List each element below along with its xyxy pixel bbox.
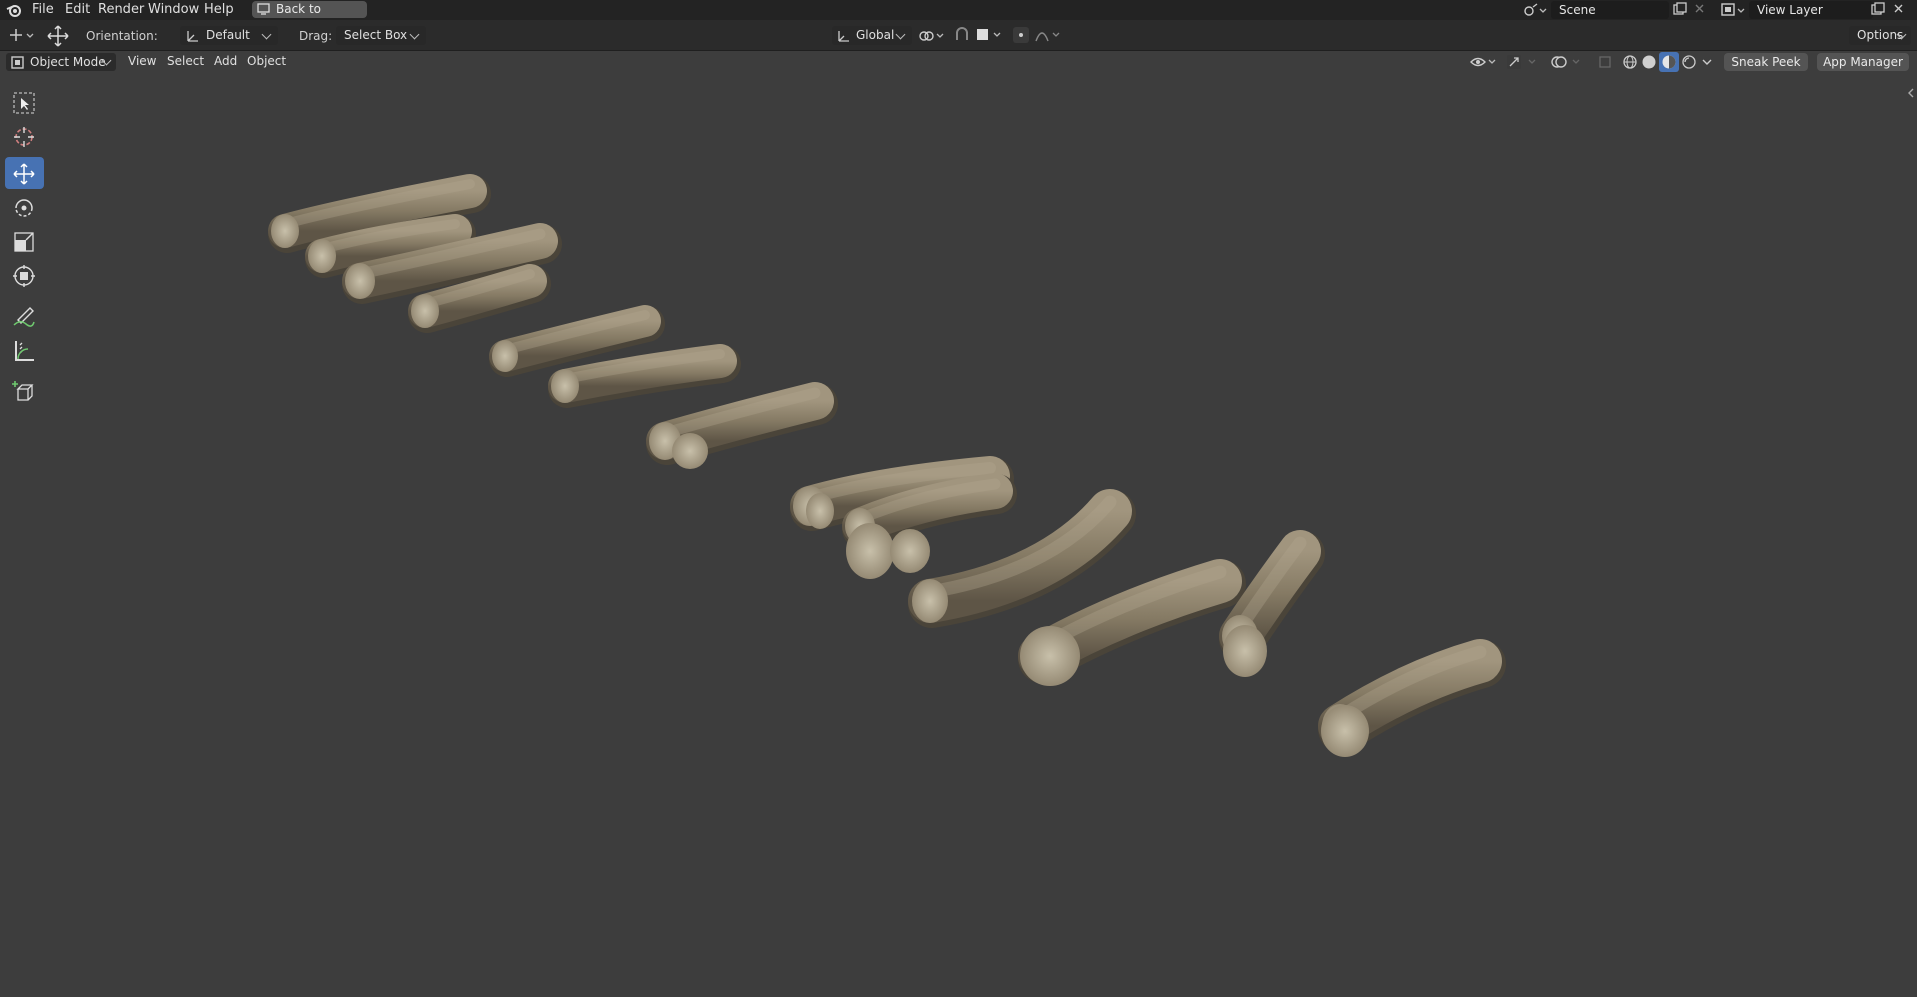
pivot-point-icon[interactable]: [918, 28, 948, 48]
move-icon: [13, 163, 35, 185]
sneak-peek-button[interactable]: Sneak Peek: [1724, 53, 1808, 71]
transform-orientation-dropdown[interactable]: Global: [832, 26, 912, 45]
viewport-menu-view[interactable]: View: [128, 54, 156, 68]
viewport-menu-select[interactable]: Select: [167, 54, 204, 68]
mode-value: Object Mode: [30, 55, 106, 69]
chevron-down-icon: [895, 29, 906, 40]
top-bar: File Edit Render Window Help Back to Pre…: [0, 0, 1917, 33]
drag-value: Select Box: [344, 28, 408, 42]
select-box-icon: [13, 92, 35, 114]
log-meshes: [268, 174, 1506, 757]
log-cut-face: [411, 294, 439, 328]
duplicate-scene-icon[interactable]: [1673, 2, 1687, 20]
tool-transform[interactable]: [5, 259, 44, 291]
log-cut-face: [271, 214, 299, 248]
tool-cursor[interactable]: [5, 120, 44, 152]
viewport-header: Object Mode View Select Add Object Sneak…: [0, 51, 1917, 72]
close-view-layer-icon[interactable]: [1893, 3, 1904, 18]
viewport-menu-add[interactable]: Add: [214, 54, 237, 68]
log-cut-face: [912, 579, 948, 623]
log-cut-face: [846, 523, 894, 579]
cursor-icon: [14, 127, 34, 147]
global-axes-icon: [837, 29, 851, 49]
view-layer-field[interactable]: View Layer: [1749, 1, 1873, 19]
back-to-previous-button[interactable]: Back to Previous: [252, 1, 367, 33]
menu-file[interactable]: File: [32, 2, 54, 17]
transform-orientation-value: Global: [856, 28, 895, 42]
transform-icon: [13, 265, 35, 287]
log-cut-face: [1020, 626, 1080, 686]
options-dropdown[interactable]: Options: [1849, 26, 1911, 45]
chevron-down-icon: [261, 29, 272, 40]
app-manager-button[interactable]: App Manager: [1817, 53, 1909, 71]
menu-render[interactable]: Render: [98, 2, 144, 17]
log-cut-face: [345, 263, 375, 299]
rotate-icon: [15, 199, 33, 217]
duplicate-view-layer-icon[interactable]: [1871, 2, 1885, 20]
log-cut-face: [308, 239, 336, 273]
drag-label: Drag:: [299, 29, 333, 43]
falloff-icon[interactable]: [1034, 27, 1064, 47]
scene-render: [268, 88, 1914, 757]
tool-rotate[interactable]: [5, 191, 44, 223]
log-cut-face: [1321, 705, 1369, 757]
menu-window[interactable]: Window: [148, 2, 199, 17]
viewport-menu-object[interactable]: Object: [247, 54, 286, 68]
drag-dropdown[interactable]: Select Box: [336, 26, 426, 45]
log-cut-face: [890, 529, 930, 573]
log-cut-face: [551, 369, 579, 403]
tool-type-icon[interactable]: [8, 27, 36, 47]
chevron-down-icon: [409, 29, 420, 40]
3d-viewport[interactable]: [0, 71, 1917, 993]
log-cut-face: [1223, 625, 1267, 677]
tool-settings-header: Orientation: Default Drag: Select Box Gl…: [0, 20, 1917, 51]
shading-options-chevron-icon[interactable]: [1701, 56, 1713, 72]
menu-edit[interactable]: Edit: [65, 2, 90, 17]
add-cube-icon: [12, 381, 34, 401]
annotate-icon: [13, 307, 35, 327]
orientation-value: Default: [206, 28, 250, 42]
tool-scale[interactable]: [5, 225, 44, 257]
tool-select-box[interactable]: [5, 86, 44, 118]
log-cut-face: [672, 433, 708, 469]
menu-help[interactable]: Help: [204, 2, 234, 17]
scene-icon[interactable]: [1523, 2, 1547, 22]
tool-measure[interactable]: [5, 334, 44, 366]
orientation-gizmo-icon: [186, 29, 200, 49]
blender-logo-icon[interactable]: [6, 2, 22, 22]
orientation-dropdown[interactable]: Default: [180, 26, 278, 45]
tool-move[interactable]: [5, 157, 44, 189]
scene-field[interactable]: Scene: [1551, 1, 1669, 19]
tool-add-cube[interactable]: [5, 375, 44, 407]
scale-icon: [14, 232, 34, 252]
log-cut-face: [806, 493, 834, 529]
snap-target-icon[interactable]: [975, 27, 1005, 47]
orientation-label: Orientation:: [86, 29, 158, 43]
view-layer-icon[interactable]: [1720, 2, 1746, 22]
move-tool-icon: [47, 25, 69, 51]
measure-icon: [15, 341, 34, 361]
log-cut-face: [492, 340, 518, 372]
log-mesh: [489, 305, 661, 372]
monitor-icon: [257, 3, 270, 20]
close-scene-icon[interactable]: [1694, 3, 1705, 18]
mode-dropdown[interactable]: Object Mode: [6, 53, 116, 71]
snap-icon[interactable]: [954, 27, 970, 47]
tool-annotate[interactable]: [5, 299, 44, 331]
proportional-editing-icon[interactable]: [1012, 26, 1030, 48]
